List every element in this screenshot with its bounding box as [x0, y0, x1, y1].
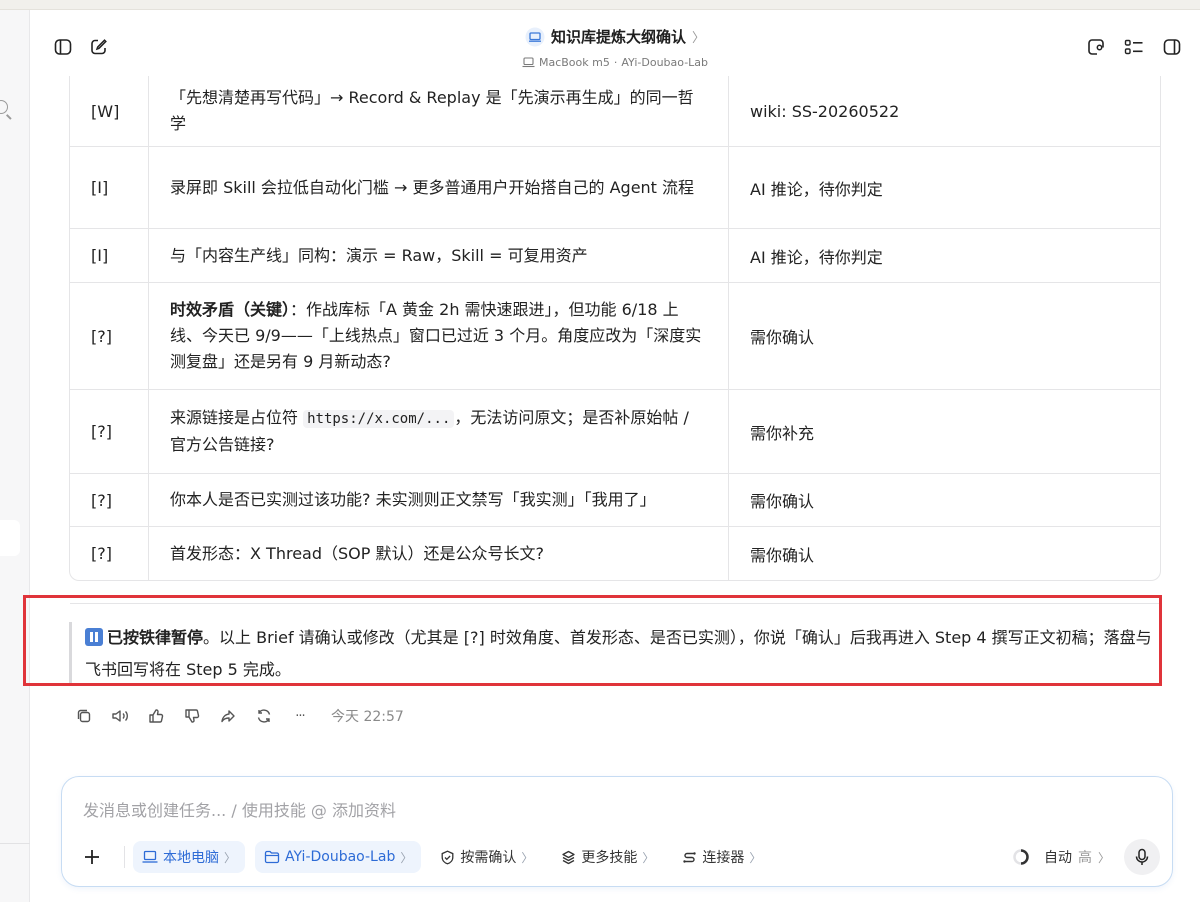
row-source: 需你确认: [728, 474, 1160, 526]
row-content: 首发形态：X Thread（SOP 默认）还是公众号长文?: [148, 527, 728, 580]
row-source: wiki: SS-20260522: [728, 76, 1160, 146]
task-list-button[interactable]: [1123, 36, 1145, 58]
row-content: 与「内容生产线」同构：演示 = Raw，Skill = 可复用资产: [148, 229, 728, 282]
copy-icon: [77, 709, 91, 723]
share-icon: [221, 710, 235, 723]
chevron-right-icon: 〉: [1097, 850, 1110, 865]
note-button[interactable]: [1085, 36, 1107, 58]
row-source: 需你确认: [728, 527, 1160, 580]
read-aloud-button[interactable]: [109, 705, 131, 727]
folder-icon: [264, 850, 280, 864]
chat-title-area: 知识库提炼大纲确认 〉 MacBook m5 · AYi-Doubao-Lab: [30, 26, 1200, 72]
add-button[interactable]: [80, 845, 104, 869]
copy-button[interactable]: [73, 705, 95, 727]
table-row: [I] 录屏即 Skill 会拉低自动化门槛 → 更多普通用户开始搭自己的 Ag…: [70, 146, 1160, 228]
more-options-button[interactable]: ···: [289, 705, 311, 727]
thumbs-up-icon: [149, 709, 164, 723]
row-content: 时效矛盾（关键）：作战库标「A 黄金 2h 需快速跟进」，但功能 6/18 上线…: [148, 283, 728, 389]
confirm-mode-chip[interactable]: 按需确认 〉: [431, 841, 542, 873]
row-source: AI 推论，待你判定: [728, 229, 1160, 282]
workspace-chip[interactable]: AYi-Doubao-Lab 〉: [255, 841, 422, 873]
table-row: [?] 你本人是否已实测过该功能? 未实测则正文禁写「我实测」「我用了」 需你确…: [70, 473, 1160, 526]
device-name: MacBook m5: [538, 55, 610, 69]
placeholder-link-code: https://x.com/...: [303, 410, 455, 428]
connectors-chip[interactable]: 连接器 〉: [673, 841, 770, 873]
chat-title-text: 知识库提炼大纲确认: [550, 28, 686, 46]
model-mode-selector[interactable]: 自动 高 〉: [1044, 847, 1110, 867]
voice-input-button[interactable]: [1124, 839, 1160, 875]
sidebar-nub: [0, 520, 20, 556]
subtitle-separator: ·: [613, 55, 618, 69]
more-icon: ···: [295, 708, 305, 724]
chevron-right-icon: 〉: [642, 850, 655, 865]
row-tag: [?]: [91, 544, 112, 563]
panel-icon: [1163, 39, 1181, 55]
row-content: 录屏即 Skill 会拉低自动化门槛 → 更多普通用户开始搭自己的 Agent …: [148, 147, 728, 228]
microphone-icon: [1135, 848, 1149, 865]
row-source: 需你确认: [728, 283, 1160, 389]
chat-title[interactable]: 知识库提炼大纲确认 〉: [525, 26, 705, 47]
message-composer: 发消息或创建任务... / 使用技能 @ 添加资料 本地电脑 〉 AYi-Dou…: [61, 776, 1173, 887]
row-tag: [?]: [91, 490, 112, 510]
row-tag: [I]: [91, 178, 109, 197]
regenerate-button[interactable]: [253, 705, 275, 727]
sidebar-divider: [0, 843, 30, 844]
note-icon: [1088, 39, 1104, 55]
thumbs-down-icon: [185, 709, 200, 723]
row-tag: [W]: [91, 101, 120, 121]
window-top-strip: [0, 0, 1200, 10]
refresh-icon: [257, 709, 271, 723]
laptop-icon: [522, 56, 535, 67]
toggle-panel-button[interactable]: [1161, 36, 1183, 58]
chat-subtitle: MacBook m5 · AYi-Doubao-Lab: [522, 56, 708, 69]
message-actions: ··· 今天 22:57: [73, 704, 404, 728]
layers-icon: [562, 850, 576, 864]
composer-toolbar: 本地电脑 〉 AYi-Doubao-Lab 〉 按需确认 〉 更多技能 〉 连接…: [80, 839, 1160, 875]
laptop-badge-icon: [525, 27, 545, 46]
chevron-right-icon: 〉: [692, 31, 706, 46]
chevron-right-icon: 〉: [749, 850, 762, 865]
plus-icon: [85, 850, 99, 864]
row-content: 来源链接是占位符 https://x.com/... ，无法访问原文；是否补原始帖…: [148, 390, 728, 473]
table-row: [W] 「先想清楚再写代码」→ Record & Replay 是「先演示再生成…: [70, 76, 1160, 146]
chevron-right-icon: 〉: [400, 850, 413, 865]
row-tag: [I]: [91, 246, 109, 265]
laptop-icon: [142, 850, 158, 863]
check-shield-icon: [441, 849, 454, 864]
table-row: [I] 与「内容生产线」同构：演示 = Raw，Skill = 可复用资产 AI…: [70, 228, 1160, 282]
workspace-name: AYi-Doubao-Lab: [621, 55, 709, 69]
search-icon[interactable]: [0, 100, 8, 114]
message-input[interactable]: 发消息或创建任务... / 使用技能 @ 添加资料: [83, 797, 396, 821]
table-row: [?] 时效矛盾（关键）：作战库标「A 黄金 2h 需快速跟进」，但功能 6/1…: [70, 282, 1160, 389]
level-label: 高: [1077, 850, 1092, 866]
row-content: 你本人是否已实测过该功能? 未实测则正文禁写「我实测」「我用了」: [148, 474, 728, 526]
header: 知识库提炼大纲确认 〉 MacBook m5 · AYi-Doubao-Lab: [30, 10, 1200, 76]
row-content: 「先想清楚再写代码」→ Record & Replay 是「先演示再生成」的同一…: [148, 76, 728, 146]
more-skills-chip[interactable]: 更多技能 〉: [552, 841, 663, 873]
highlight-box: [23, 595, 1162, 686]
chevron-right-icon: 〉: [521, 850, 534, 865]
dislike-button[interactable]: [181, 705, 203, 727]
message-timestamp: 今天 22:57: [331, 709, 404, 725]
table-row: [?] 来源链接是占位符 https://x.com/... ，无法访问原文；是否…: [70, 389, 1160, 473]
local-computer-chip[interactable]: 本地电脑 〉: [133, 841, 246, 873]
sidebar-collapsed: [0, 10, 30, 902]
table-row: [?] 首发形态：X Thread（SOP 默认）还是公众号长文? 需你确认: [70, 526, 1160, 580]
checklist-icon: [1124, 39, 1143, 55]
connector-icon: [683, 851, 697, 863]
loading-spinner-icon: [1013, 849, 1029, 865]
row-tag: [?]: [91, 326, 112, 346]
row-source: AI 推论，待你判定: [728, 147, 1160, 228]
row-source: 需你补充: [728, 390, 1160, 473]
like-button[interactable]: [145, 705, 167, 727]
toolbar-divider: [124, 846, 125, 868]
brief-table: [W] 「先想清楚再写代码」→ Record & Replay 是「先演示再生成…: [69, 76, 1161, 581]
row-tag: [?]: [91, 422, 112, 441]
speaker-icon: [112, 710, 128, 722]
share-button[interactable]: [217, 705, 239, 727]
chevron-right-icon: 〉: [224, 850, 237, 865]
